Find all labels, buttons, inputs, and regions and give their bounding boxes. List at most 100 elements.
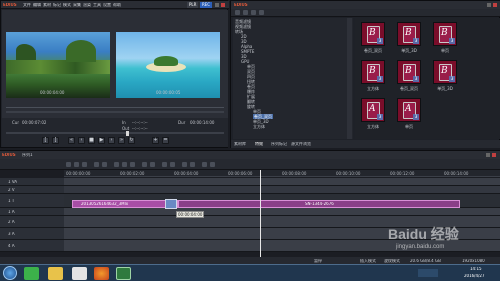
track-header[interactable]: 2 V <box>0 186 64 194</box>
tab-effects[interactable]: 特效 <box>255 142 263 146</box>
render-icon[interactable] <box>190 162 195 167</box>
position-bar[interactable] <box>6 111 224 113</box>
effect-thumb[interactable]: B3 <box>433 60 457 84</box>
delete-icon[interactable] <box>142 162 147 167</box>
plr-button[interactable]: PLR <box>187 2 199 8</box>
minimize-icon[interactable] <box>486 153 490 157</box>
next-edit-icon[interactable]: » <box>118 137 125 144</box>
play-icon[interactable]: ▶ <box>98 137 105 144</box>
overwrite-icon[interactable]: = <box>162 137 169 144</box>
timeline-clip[interactable]: SN-1344-2676 <box>178 200 460 208</box>
effect-thumb-label: 卷页_双页 <box>364 48 382 53</box>
close-icon[interactable] <box>492 153 496 157</box>
track-header[interactable]: 1 VA <box>0 178 64 186</box>
track-lane[interactable] <box>64 186 500 194</box>
effect-palette-titlebar: EDIUS <box>231 1 500 9</box>
marker-icon[interactable] <box>182 162 187 167</box>
link-icon[interactable] <box>210 162 215 167</box>
track-header[interactable]: 1 T <box>0 194 64 208</box>
menu-capture[interactable]: 采集 <box>73 3 81 7</box>
tree-toggle-icon[interactable] <box>235 10 240 15</box>
effect-thumb[interactable]: A3 <box>397 98 421 122</box>
effect-thumb[interactable]: A3 <box>361 98 385 122</box>
effect-thumb[interactable]: B3 <box>361 22 385 46</box>
open-icon[interactable] <box>74 162 79 167</box>
copy-icon[interactable] <box>122 162 127 167</box>
player-preview[interactable]: 00:00:04:00 <box>6 32 110 98</box>
redo-icon[interactable] <box>102 162 107 167</box>
tree-scrollbar[interactable] <box>347 18 352 139</box>
step-back-icon[interactable]: ‹ <box>78 137 85 144</box>
close-icon[interactable] <box>493 3 497 7</box>
save-icon[interactable] <box>82 162 87 167</box>
loop-icon[interactable]: ↻ <box>128 137 135 144</box>
tab-sequence-marker[interactable]: 序列标记 <box>271 142 287 146</box>
paste-icon[interactable] <box>130 162 135 167</box>
menu-mode[interactable]: 模式 <box>63 3 71 7</box>
minimize-icon[interactable] <box>215 3 219 7</box>
prev-edit-icon[interactable]: « <box>68 137 75 144</box>
scrub-handle[interactable] <box>126 131 129 136</box>
step-forward-icon[interactable]: › <box>108 137 115 144</box>
effect-thumb[interactable]: B3 <box>361 60 385 84</box>
menu-clip[interactable]: 素材 <box>43 3 51 7</box>
track-header[interactable]: 3 A <box>0 228 64 240</box>
timeline-toolbar <box>0 159 500 170</box>
timeline-clip[interactable]: 20130526164632_3Mlx <box>72 200 178 208</box>
scrub-slider[interactable] <box>6 132 224 134</box>
taskbar-app-folder[interactable] <box>48 267 63 280</box>
cut-icon[interactable] <box>114 162 119 167</box>
undo-icon[interactable] <box>94 162 99 167</box>
track-header[interactable]: 1 A <box>0 208 64 216</box>
snap-icon[interactable] <box>170 162 175 167</box>
player-preview-timecode: 00:00:04:00 <box>40 90 65 95</box>
tab-source-browser[interactable]: 源文件浏览 <box>291 142 311 146</box>
start-button[interactable] <box>3 266 17 280</box>
tab-bin[interactable]: 素材库 <box>234 142 246 146</box>
set-in-button[interactable]: [ <box>42 137 49 144</box>
effect-thumb[interactable]: B3 <box>397 60 421 84</box>
track-header[interactable]: 4 A <box>0 240 64 252</box>
tray-icons[interactable] <box>418 269 438 277</box>
timeline-ruler[interactable]: 00:00:00:00 00:00:02:00 00:00:04:00 00:0… <box>64 170 500 177</box>
menu-render[interactable]: 渲染 <box>83 3 91 7</box>
menu-settings[interactable]: 设置 <box>103 3 111 7</box>
track-lane[interactable] <box>64 178 500 186</box>
menu-help[interactable]: 帮助 <box>113 3 121 7</box>
sync-icon[interactable] <box>202 162 207 167</box>
taskbar-app-media[interactable] <box>72 267 87 280</box>
tree-item[interactable]: 立方体 <box>253 124 265 129</box>
menu-edit[interactable]: 编辑 <box>33 3 41 7</box>
close-icon[interactable] <box>221 3 225 7</box>
up-folder-icon[interactable] <box>243 10 248 15</box>
set-out-button[interactable]: ] <box>52 137 59 144</box>
track-header[interactable]: 2 A <box>0 216 64 228</box>
delete-icon[interactable] <box>259 10 264 15</box>
rec-button[interactable]: REC <box>200 2 213 8</box>
effect-thumb[interactable]: B3 <box>433 22 457 46</box>
new-sequence-icon[interactable] <box>66 162 71 167</box>
taskbar-app-edius[interactable] <box>116 267 131 280</box>
menu-file[interactable]: 文件 <box>23 3 31 7</box>
taskbar-app-360[interactable] <box>24 267 39 280</box>
new-folder-icon[interactable] <box>251 10 256 15</box>
add-cut-icon[interactable] <box>162 162 167 167</box>
minimize-icon[interactable] <box>487 3 491 7</box>
sequence-name[interactable]: 序列1 <box>22 153 33 157</box>
track-lane[interactable] <box>64 208 500 216</box>
player-window: EDIUS 文件 编辑 素材 标记 模式 采集 渲染 工具 设置 帮助 PLR … <box>0 0 229 148</box>
menu-marker[interactable]: 标记 <box>53 3 61 7</box>
stop-icon[interactable]: ■ <box>88 137 95 144</box>
menu-tools[interactable]: 工具 <box>93 3 101 7</box>
ruler-tick-label: 00:00:14:00 <box>444 171 469 176</box>
effect-palette-window: EDIUS 音频滤镜 视频滤镜 转场 2D 3D Alpha SMPTE 3D … <box>230 0 500 148</box>
recorder-preview[interactable]: 00:00:00:05 <box>116 32 220 98</box>
effect-thumb[interactable]: B3 <box>397 22 421 46</box>
ripple-icon[interactable] <box>150 162 155 167</box>
transition-marker[interactable] <box>165 199 177 209</box>
playhead[interactable] <box>260 170 261 265</box>
monitor-area: 00:00:04:00 00:00:00:05 <box>2 10 228 118</box>
timecode-tooltip: 00:00:04:00 <box>176 211 204 218</box>
insert-icon[interactable]: + <box>152 137 159 144</box>
taskbar-app-firefox[interactable] <box>94 267 109 280</box>
